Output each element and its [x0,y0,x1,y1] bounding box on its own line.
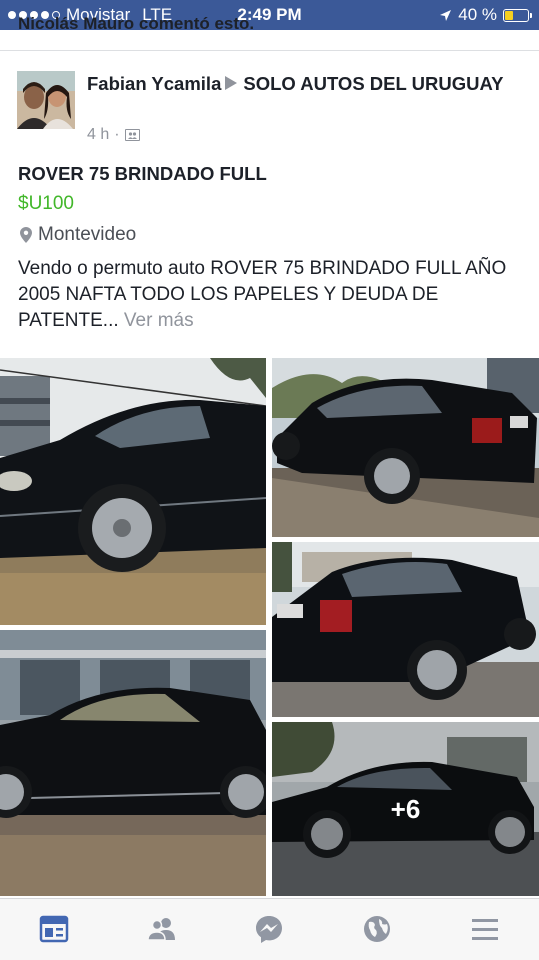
friends-icon [147,918,175,941]
messenger-tab[interactable] [253,913,285,945]
more-photos-count[interactable]: +6 [272,722,539,896]
group-name[interactable]: SOLO AUTOS DEL URUGUAY [243,73,503,94]
previous-story-line: Nicolás Mauro comentó esto. [18,16,518,34]
photo-1[interactable] [0,358,266,625]
photo-5[interactable]: +6 [272,722,539,896]
divider [0,50,539,51]
avatar[interactable] [17,71,75,129]
location-text: Montevideo [38,224,137,245]
listing-description: Vendo o permuto auto ROVER 75 BRINDADO F… [18,256,528,334]
menu-icon [472,919,498,940]
friends-tab[interactable] [146,913,178,945]
description-text: Vendo o permuto auto ROVER 75 BRINDADO F… [18,258,507,331]
see-more-link[interactable]: Ver más [124,310,194,331]
shared-to-arrow-icon [225,76,238,90]
location-pin-icon [20,227,32,243]
post-meta: 4 h · [87,126,140,144]
photo-4[interactable] [0,630,266,896]
menu-tab[interactable] [469,913,501,945]
globe-icon [364,916,390,942]
listing-title: ROVER 75 BRINDADO FULL [18,163,267,184]
news-feed-icon [39,915,69,943]
listing-price: $U100 [18,193,74,214]
post-time[interactable]: 4 h [87,126,109,144]
group-privacy-icon [124,129,140,141]
notifications-tab[interactable] [361,913,393,945]
previous-story-text: Nicolás Mauro comentó esto. [18,16,255,33]
photo-3[interactable] [272,542,539,717]
meta-separator: · [114,126,120,143]
photo-2[interactable] [272,358,539,537]
post-author-line: Fabian Ycamila SOLO AUTOS DEL URUGUAY [87,71,527,96]
author-name[interactable]: Fabian Ycamila [87,73,221,94]
bottom-tab-bar [0,898,539,960]
news-feed-tab[interactable] [38,913,70,945]
messenger-icon [256,916,282,943]
listing-location: Montevideo [20,224,136,246]
